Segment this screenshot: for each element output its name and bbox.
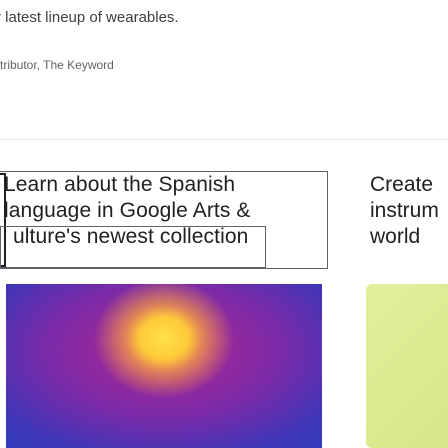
card-title-line-3: world <box>370 225 421 248</box>
article-thumbnail-image[interactable] <box>366 284 448 448</box>
author-byline: tributor, The Keyword <box>0 58 114 72</box>
card-title-line-2: language in Google Arts & <box>4 199 251 222</box>
card-title-line-2: instrum <box>370 199 439 222</box>
card-title-line-3: ulture's newest collection <box>13 225 249 248</box>
card-title[interactable]: Create instrum world <box>370 172 439 250</box>
card-title[interactable]: Learn about the Spanish language in Goog… <box>4 172 251 250</box>
article-intro-text: r latest lineup of wearables. <box>0 9 179 26</box>
section-divider <box>0 139 448 140</box>
card-title-line-1: Create <box>370 173 434 196</box>
card-title-line-1: Learn about the Spanish <box>4 173 236 196</box>
article-thumbnail-image[interactable] <box>6 284 322 448</box>
